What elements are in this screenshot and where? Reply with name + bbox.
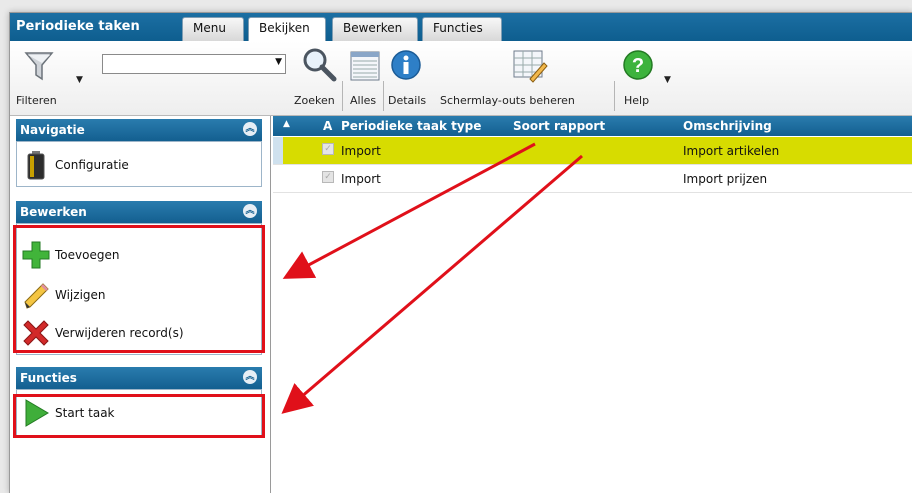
tab-bewerken[interactable]: Bewerken [332, 17, 418, 41]
app-title: Periodieke taken [16, 19, 140, 34]
navigation-section-title: Navigatie [20, 123, 85, 137]
table-row[interactable]: ✓ Import Import artikelen [273, 137, 912, 165]
column-header-description[interactable]: Omschrijving [683, 119, 772, 133]
cell-task-type: Import [341, 144, 381, 158]
battery-icon [21, 150, 53, 180]
list-all-icon[interactable] [350, 51, 380, 84]
layout-editor-icon[interactable] [512, 49, 548, 86]
nav-item-label: Configuratie [55, 158, 129, 172]
functions-section-title: Functies [20, 371, 77, 385]
edit-section-title: Bewerken [20, 205, 87, 219]
title-bar: Periodieke taken Menu Bekijken Bewerken … [10, 13, 912, 41]
collapse-icon[interactable]: ︽ [243, 204, 257, 218]
table-row[interactable]: ✓ Import Import prijzen [273, 165, 912, 193]
nav-item-configuratie[interactable]: Configuratie [21, 150, 129, 180]
screen-layouts-label[interactable]: Schermlay-outs beheren [440, 94, 575, 107]
functions-section-header[interactable]: Functies ︽ [16, 367, 262, 389]
tab-bekijken[interactable]: Bekijken [248, 17, 326, 41]
cell-task-type: Import [341, 172, 381, 186]
column-header-report-type[interactable]: Soort rapport [513, 119, 605, 133]
cell-description: Import artikelen [683, 144, 780, 158]
annotation-box-edit [13, 225, 265, 353]
collapse-icon[interactable]: ︽ [243, 370, 257, 384]
filter-dropdown-caret-icon[interactable]: ▼ [76, 75, 83, 85]
filter-funnel-icon[interactable] [22, 49, 62, 88]
left-task-panel: Navigatie ︽ Configuratie Bewerken ︽ Toev… [10, 116, 271, 493]
tab-functies[interactable]: Functies [422, 17, 502, 41]
grid-header: ▲ A Periodieke taak type Soort rapport O… [273, 116, 912, 136]
application-window: Periodieke taken Menu Bekijken Bewerken … [9, 12, 912, 493]
navigation-section-header[interactable]: Navigatie ︽ [16, 119, 262, 141]
collapse-icon[interactable]: ︽ [243, 122, 257, 136]
toolbar-separator [614, 81, 615, 111]
column-header-task-type[interactable]: Periodieke taak type [341, 119, 481, 133]
details-label[interactable]: Details [388, 94, 426, 107]
search-label[interactable]: Zoeken [294, 94, 335, 107]
all-label[interactable]: Alles [350, 94, 376, 107]
chevron-down-icon[interactable]: ▼ [275, 57, 282, 67]
column-header-active[interactable]: A [323, 119, 332, 133]
info-icon[interactable] [390, 49, 422, 84]
toolbar-separator [342, 81, 343, 111]
active-checkbox[interactable]: ✓ [322, 143, 334, 155]
svg-text:?: ? [632, 55, 644, 77]
active-checkbox[interactable]: ✓ [322, 171, 334, 183]
toolbar-separator [383, 81, 384, 111]
tasks-grid: ▲ A Periodieke taak type Soort rapport O… [273, 116, 912, 493]
help-icon[interactable]: ? [622, 49, 654, 84]
filter-label[interactable]: Filteren [16, 94, 57, 107]
annotation-box-functions [13, 394, 265, 438]
edit-section-header[interactable]: Bewerken ︽ [16, 201, 262, 223]
help-label[interactable]: Help [624, 94, 649, 107]
ribbon-toolbar: ▼ Filteren ▼ Zoeken Alles Details Scherm… [10, 41, 912, 116]
sort-arrow-icon[interactable]: ▲ [283, 119, 290, 129]
cell-description: Import prijzen [683, 172, 768, 186]
search-combobox[interactable]: ▼ [102, 54, 286, 74]
row-indicator [273, 137, 283, 164]
search-icon[interactable] [300, 45, 340, 88]
navigation-section-body: Configuratie [16, 141, 262, 187]
help-dropdown-caret-icon[interactable]: ▼ [664, 75, 671, 85]
tab-menu[interactable]: Menu [182, 17, 244, 41]
